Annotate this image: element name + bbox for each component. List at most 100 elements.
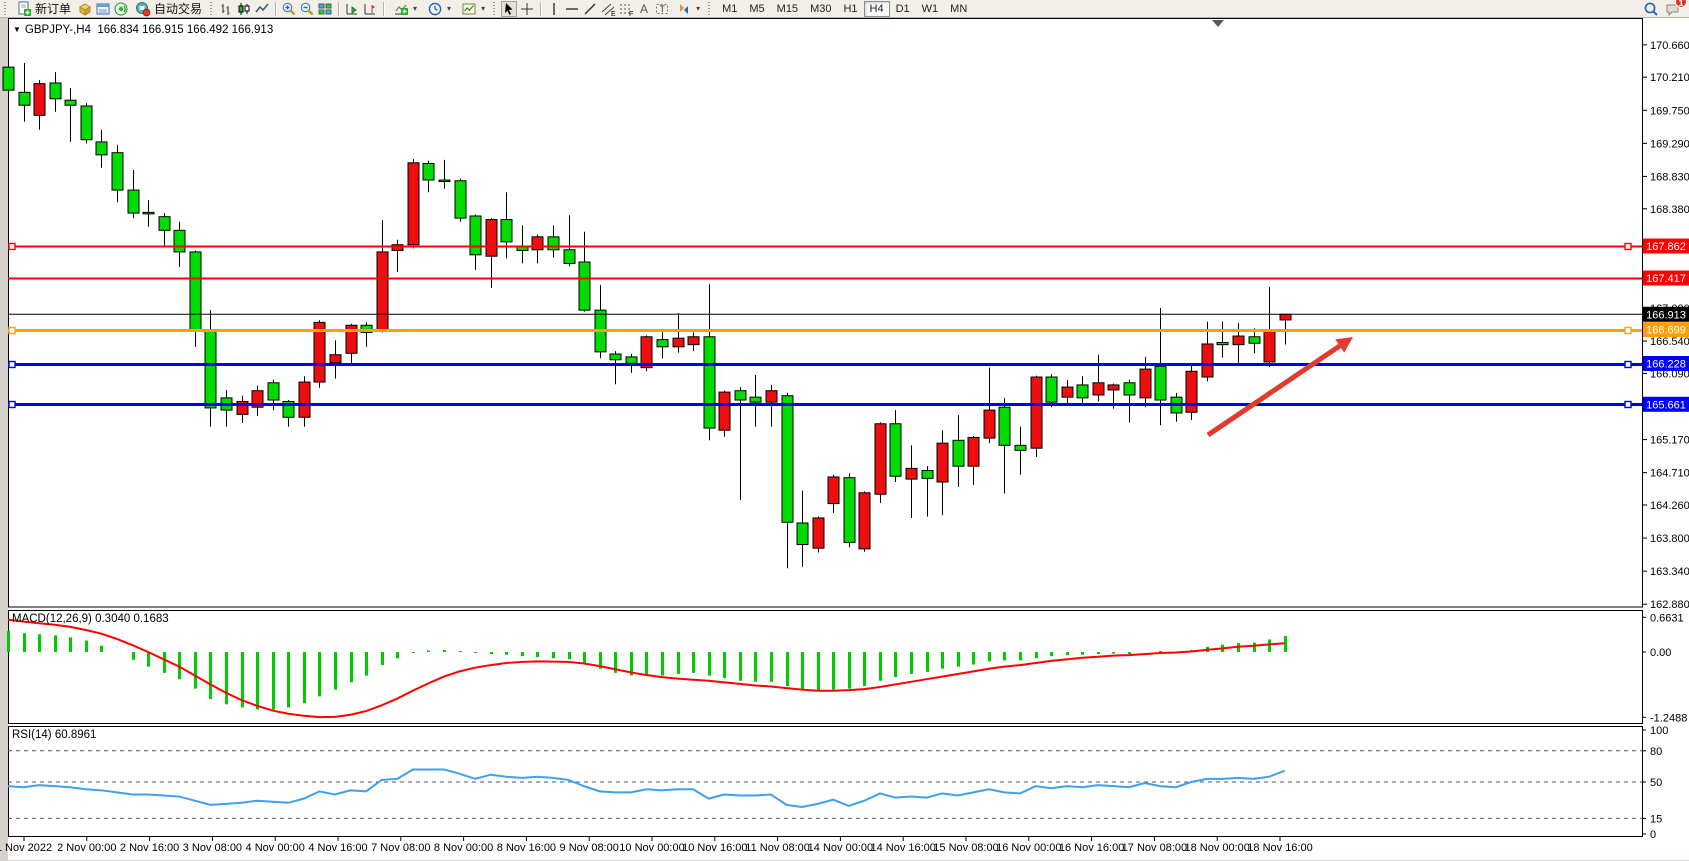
timeframe-M30[interactable]: M30: [804, 1, 837, 17]
text-icon[interactable]: A: [636, 1, 652, 17]
main-panel[interactable]: [9, 19, 1643, 608]
rsi-axis-label: 15: [1650, 813, 1662, 825]
macd-axis-label: -1.2488: [1650, 712, 1687, 724]
candle-body: [1077, 385, 1088, 398]
level-handle[interactable]: [9, 244, 15, 250]
zoom-out-icon[interactable]: [299, 1, 315, 17]
price-axis-label: 169.290: [1650, 138, 1689, 150]
toolbar-drag-handle[interactable]: [708, 2, 712, 16]
candle-body: [579, 262, 590, 310]
candle-body: [1186, 371, 1197, 412]
level-handle[interactable]: [1625, 328, 1631, 334]
rsi-axis-label: 0: [1650, 829, 1656, 841]
chart-canvas[interactable]: 170.660170.210169.750169.290168.830168.3…: [0, 18, 1689, 861]
candle-body: [750, 397, 761, 402]
templates-button[interactable]: ▾: [457, 1, 489, 17]
collapse-triangle-icon[interactable]: ▼: [13, 25, 21, 34]
time-axis-label: 18 Nov 16:00: [1247, 842, 1312, 854]
candle-body: [937, 443, 948, 482]
timeframe-M1[interactable]: M1: [716, 1, 743, 17]
price-axis-label: 162.880: [1650, 599, 1689, 611]
data-window-icon[interactable]: [95, 1, 111, 17]
candle-body: [859, 493, 870, 549]
periods-button[interactable]: ▾: [423, 1, 455, 17]
time-axis-label: 1 Nov 2022: [0, 842, 52, 854]
level-handle[interactable]: [1625, 402, 1631, 408]
price-badge-label: 167.417: [1646, 273, 1686, 285]
autotrading-button[interactable]: 自动交易: [131, 1, 206, 17]
candlestick-chart-icon[interactable]: [236, 1, 252, 17]
cursor-icon[interactable]: [501, 1, 517, 17]
auto-scroll-icon[interactable]: [344, 1, 360, 17]
svg-text:F: F: [629, 11, 633, 17]
svg-text:E: E: [611, 11, 616, 17]
market-watch-icon[interactable]: [77, 1, 93, 17]
new-order-button[interactable]: 新订单: [12, 1, 75, 17]
main-toolbar: 新订单 自动交易 ▾: [0, 0, 1689, 18]
time-axis-label: 4 Nov 00:00: [246, 842, 305, 854]
timeframe-W1[interactable]: W1: [916, 1, 945, 17]
trendline-icon[interactable]: [582, 1, 598, 17]
timeframe-H1[interactable]: H1: [837, 1, 863, 17]
toolbar-drag-handle[interactable]: [493, 2, 497, 16]
indicators-button[interactable]: ▾: [389, 1, 421, 17]
time-axis-label: 2 Nov 00:00: [57, 842, 116, 854]
rsi-axis-label: 100: [1650, 725, 1668, 737]
bar-chart-icon[interactable]: [218, 1, 234, 17]
timeframe-D1[interactable]: D1: [890, 1, 916, 17]
price-badge-label: 166.913: [1646, 309, 1686, 321]
rsi-axis-label: 50: [1650, 777, 1662, 789]
crosshair-icon[interactable]: [519, 1, 535, 17]
price-axis-label: 164.260: [1650, 500, 1689, 512]
candle-body: [3, 67, 14, 90]
timeframe-M5[interactable]: M5: [743, 1, 770, 17]
toolbar-drag-handle[interactable]: [210, 2, 214, 16]
tile-windows-icon[interactable]: [317, 1, 333, 17]
level-handle[interactable]: [9, 402, 15, 408]
macd-panel[interactable]: [9, 611, 1643, 724]
candle-body: [486, 220, 497, 257]
chart-window[interactable]: 170.660170.210169.750169.290168.830168.3…: [0, 18, 1689, 861]
timeframe-H4[interactable]: H4: [864, 1, 890, 17]
timeframe-M15[interactable]: M15: [771, 1, 804, 17]
equidistant-channel-icon[interactable]: E: [600, 1, 616, 17]
signals-icon[interactable]: [113, 1, 129, 17]
candle-body: [330, 355, 341, 363]
price-badge-label: 167.862: [1646, 241, 1686, 253]
price-axis-label: 164.710: [1650, 468, 1689, 480]
candle-body: [844, 478, 855, 543]
candle-body: [19, 92, 30, 105]
candle-body: [968, 437, 979, 466]
candle-body: [719, 392, 730, 430]
candle-body: [626, 357, 637, 363]
rsi-axis-label: 80: [1650, 746, 1662, 758]
chart-shift-icon[interactable]: [362, 1, 378, 17]
line-chart-icon[interactable]: [254, 1, 270, 17]
candle-body: [1062, 387, 1073, 397]
chat-icon[interactable]: 1: [1665, 1, 1681, 17]
candle-body: [112, 153, 123, 190]
time-axis-label: 16 Nov 16:00: [1059, 842, 1124, 854]
timeframe-MN[interactable]: MN: [944, 1, 973, 17]
text-label-icon[interactable]: T: [654, 1, 670, 17]
level-handle[interactable]: [9, 328, 15, 334]
level-handle[interactable]: [1625, 244, 1631, 250]
candle-body: [1217, 343, 1228, 345]
price-axis-label: 166.540: [1650, 336, 1689, 348]
candle-body: [1249, 337, 1260, 343]
autotrading-icon: [135, 1, 151, 17]
level-handle[interactable]: [1625, 362, 1631, 368]
zoom-in-icon[interactable]: [281, 1, 297, 17]
fibonacci-icon[interactable]: F: [618, 1, 634, 17]
time-axis-label: 15 Nov 08:00: [933, 842, 998, 854]
candle-body: [813, 518, 824, 548]
toolbar-drag-handle[interactable]: [4, 2, 8, 16]
candle-body: [922, 470, 933, 478]
horizontal-line-icon[interactable]: [564, 1, 580, 17]
candle-body: [999, 407, 1010, 445]
level-handle[interactable]: [9, 362, 15, 368]
search-icon[interactable]: [1643, 1, 1659, 17]
arrows-button[interactable]: ▾: [672, 1, 704, 17]
time-axis-label: 4 Nov 16:00: [308, 842, 367, 854]
vertical-line-icon[interactable]: [546, 1, 562, 17]
